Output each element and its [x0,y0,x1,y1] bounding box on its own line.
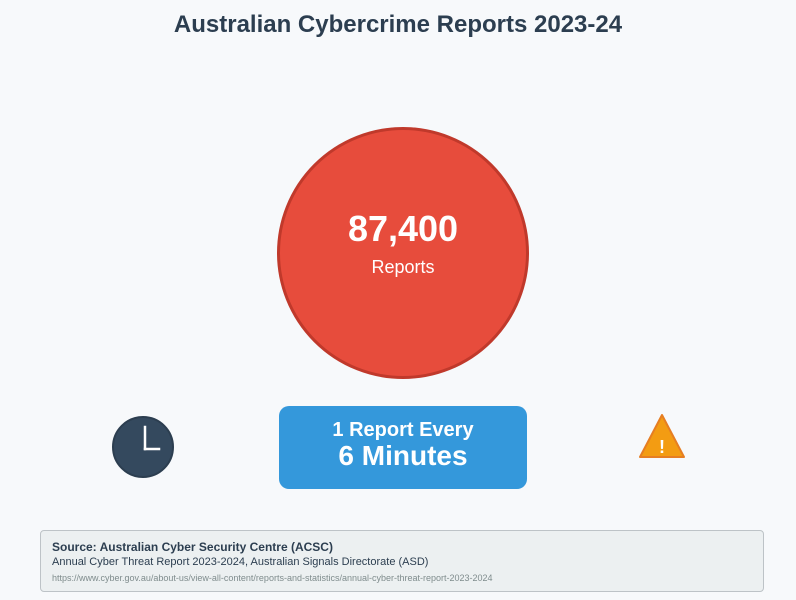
page-title: Australian Cybercrime Reports 2023-24 [173,11,623,38]
report-rate-line2: 6 Minutes [338,440,468,471]
report-count-label: Reports [371,257,435,277]
source-subtitle: Annual Cyber Threat Report 2023-2024, Au… [52,556,429,568]
report-rate-box: 1 Report Every 6 Minutes [279,406,527,489]
report-count-number: 87,400 [347,208,459,249]
report-count-circle: 87,400 Reports [277,127,529,379]
source-box: Source: Australian Cyber Security Centre… [40,530,764,592]
warning-icon: ! [639,414,685,458]
clock-icon [112,416,174,478]
source-title: Source: Australian Cyber Security Centre… [52,540,333,554]
warning-icon-glyph: ! [659,437,665,457]
source-url: https://www.cyber.gov.au/about-us/view-a… [52,573,493,583]
